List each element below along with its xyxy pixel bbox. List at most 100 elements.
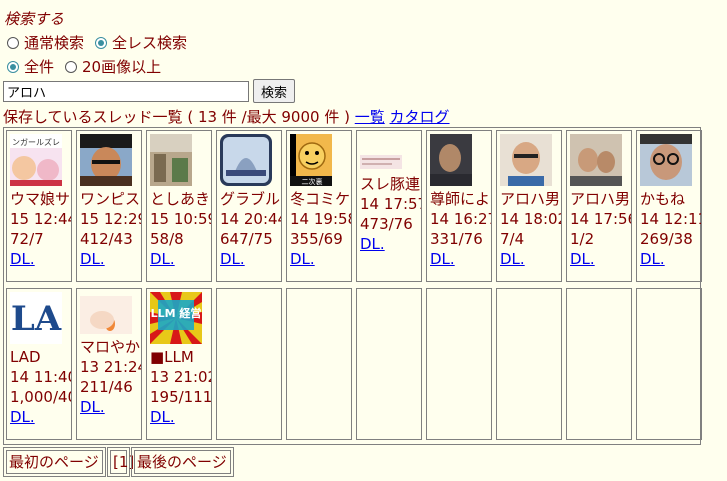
thread-counts: 269/38 <box>640 230 693 248</box>
thread-date: 14 19:58 <box>290 210 352 228</box>
thread-counts: 647/75 <box>220 230 273 248</box>
thread-title: アロハ男 <box>500 190 561 208</box>
download-link[interactable]: DL. <box>640 250 665 268</box>
thumb-caption: 二次裏 <box>302 177 323 186</box>
thread-date: 14 20:44 <box>220 210 282 228</box>
thread-thumbnail[interactable] <box>500 134 552 186</box>
thread-date: 13 21:24 <box>80 358 142 376</box>
download-link[interactable]: DL. <box>80 250 105 268</box>
radio-all-items-label[interactable]: 全件 <box>24 57 54 77</box>
thread-title: アロハ男 <box>570 190 631 208</box>
thread-cell: LLM 経営 ■LLM 13 21:02 195/111 DL. <box>146 288 212 440</box>
empty-cell <box>636 288 702 440</box>
radio-normal-search-label[interactable]: 通常検索 <box>24 33 84 53</box>
empty-cell <box>286 288 352 440</box>
download-link[interactable]: DL. <box>10 250 35 268</box>
download-link[interactable]: DL. <box>570 250 595 268</box>
thread-date: 14 16:27 <box>430 210 492 228</box>
thread-date: 15 12:44 <box>10 210 72 228</box>
thread-cell: アロハ男 14 18:02 7/4 DL. <box>496 130 562 282</box>
download-link[interactable]: DL. <box>150 408 175 426</box>
thread-counts: 331/76 <box>430 230 483 248</box>
radio-20-images-label[interactable]: 20画像以上 <box>82 57 161 77</box>
thread-date: 14 17:56 <box>570 210 632 228</box>
thread-thumbnail[interactable] <box>360 155 402 169</box>
thread-counts: 1,000/40 <box>10 388 72 406</box>
download-link[interactable]: DL. <box>290 250 315 268</box>
thread-thumbnail[interactable] <box>80 134 132 186</box>
pager-first-label[interactable]: 最初のページ <box>6 450 103 474</box>
search-range-group: 全件 20画像以上 <box>4 57 169 77</box>
thread-date: 14 12:11 <box>640 210 702 228</box>
list-view-link[interactable]: 一覧 <box>355 108 385 126</box>
download-link[interactable]: DL. <box>360 235 385 253</box>
thread-counts: 72/7 <box>10 230 44 248</box>
radio-all-res-search-label[interactable]: 全レス検索 <box>112 33 187 53</box>
thread-counts: 355/69 <box>290 230 343 248</box>
catalog-grid: ンガールズレ ウマ娘サ 15 12:44 72/7 DL. ワンピス 15 12… <box>3 127 702 445</box>
summary-text: 保存しているスレッド一覧 ( 13 件 /最大 9000 件 ) <box>3 108 350 126</box>
search-mode-group: 通常検索 全レス検索 <box>4 33 195 53</box>
thread-thumbnail[interactable] <box>640 134 692 186</box>
radio-20-images[interactable] <box>65 61 78 73</box>
thread-title: 尊師によ <box>430 190 491 208</box>
thread-title: スレ豚連 <box>360 175 421 193</box>
thread-cell: LA LAD 14 11:40 1,000/40 DL. <box>6 288 72 440</box>
thread-cell: ワンピス 15 12:29 412/43 DL. <box>76 130 142 282</box>
thread-cell: マロやか 13 21:24 211/46 DL. <box>76 288 142 440</box>
download-link[interactable]: DL. <box>430 250 455 268</box>
thread-thumbnail[interactable] <box>80 296 132 334</box>
thread-title: LAD <box>10 348 41 366</box>
thread-date: 13 21:02 <box>150 368 212 386</box>
thread-counts: 211/46 <box>80 378 133 396</box>
thread-title: グラブル <box>220 190 281 208</box>
thread-cell: ンガールズレ ウマ娘サ 15 12:44 72/7 DL. <box>6 130 72 282</box>
thread-title: 冬コミケ <box>290 190 351 208</box>
download-link[interactable]: DL. <box>10 408 35 426</box>
thread-title: ■LLM <box>150 348 194 366</box>
radio-all-items[interactable] <box>7 61 19 73</box>
download-link[interactable]: DL. <box>220 250 245 268</box>
thread-title: かもね <box>640 190 686 208</box>
thread-title: としあき <box>150 190 211 208</box>
thread-thumbnail[interactable] <box>150 134 192 186</box>
pager-current-label: [1] <box>110 450 134 474</box>
pager-current: [1] <box>107 447 134 477</box>
thread-thumbnail[interactable]: LLM 経営 <box>150 292 202 344</box>
thread-thumbnail[interactable]: 二次裏 <box>290 134 332 186</box>
thread-counts: 1/2 <box>570 230 595 248</box>
thread-cell: グラブル 14 20:44 647/75 DL. <box>216 130 282 282</box>
page: 検索する 通常検索 全レス検索 全件 20画像以上 検索 保存しているスレッド一… <box>0 0 727 481</box>
catalog-link[interactable]: カタログ <box>390 108 450 126</box>
thread-thumbnail[interactable]: LA <box>10 292 62 344</box>
thread-title: ワンピス <box>80 190 141 208</box>
pager-last-label[interactable]: 最後のページ <box>134 450 231 474</box>
download-link[interactable]: DL. <box>80 398 105 416</box>
radio-all-res-search[interactable] <box>95 37 108 49</box>
search-button[interactable]: 検索 <box>253 79 295 103</box>
thread-thumbnail[interactable] <box>220 134 272 186</box>
radio-normal-search[interactable] <box>7 37 19 49</box>
thread-date: 15 12:29 <box>80 210 142 228</box>
thread-thumbnail[interactable] <box>570 134 622 186</box>
thumb-caption: LA <box>11 299 62 339</box>
thread-date: 14 11:40 <box>10 368 72 386</box>
thread-title: ウマ娘サ <box>10 190 71 208</box>
thread-thumbnail[interactable]: ンガールズレ <box>10 134 62 186</box>
search-title: 検索する <box>4 10 65 28</box>
thread-cell: としあき 15 10:59 58/8 DL. <box>146 130 212 282</box>
pager-last[interactable]: 最後のページ <box>131 447 234 477</box>
thumb-caption: ンガールズレ <box>12 137 60 147</box>
empty-cell <box>356 288 422 440</box>
thread-counts: 412/43 <box>80 230 133 248</box>
thread-counts: 58/8 <box>150 230 184 248</box>
download-link[interactable]: DL. <box>150 250 175 268</box>
thread-thumbnail[interactable] <box>430 134 472 186</box>
pager-first[interactable]: 最初のページ <box>3 447 106 477</box>
download-link[interactable]: DL. <box>500 250 525 268</box>
search-input[interactable] <box>3 81 249 102</box>
empty-cell <box>426 288 492 440</box>
thread-summary: 保存しているスレッド一覧 ( 13 件 /最大 9000 件 ) 一覧 カタログ <box>3 107 450 127</box>
thread-cell: 尊師によ 14 16:27 331/76 DL. <box>426 130 492 282</box>
thread-date: 14 17:57 <box>360 195 422 213</box>
